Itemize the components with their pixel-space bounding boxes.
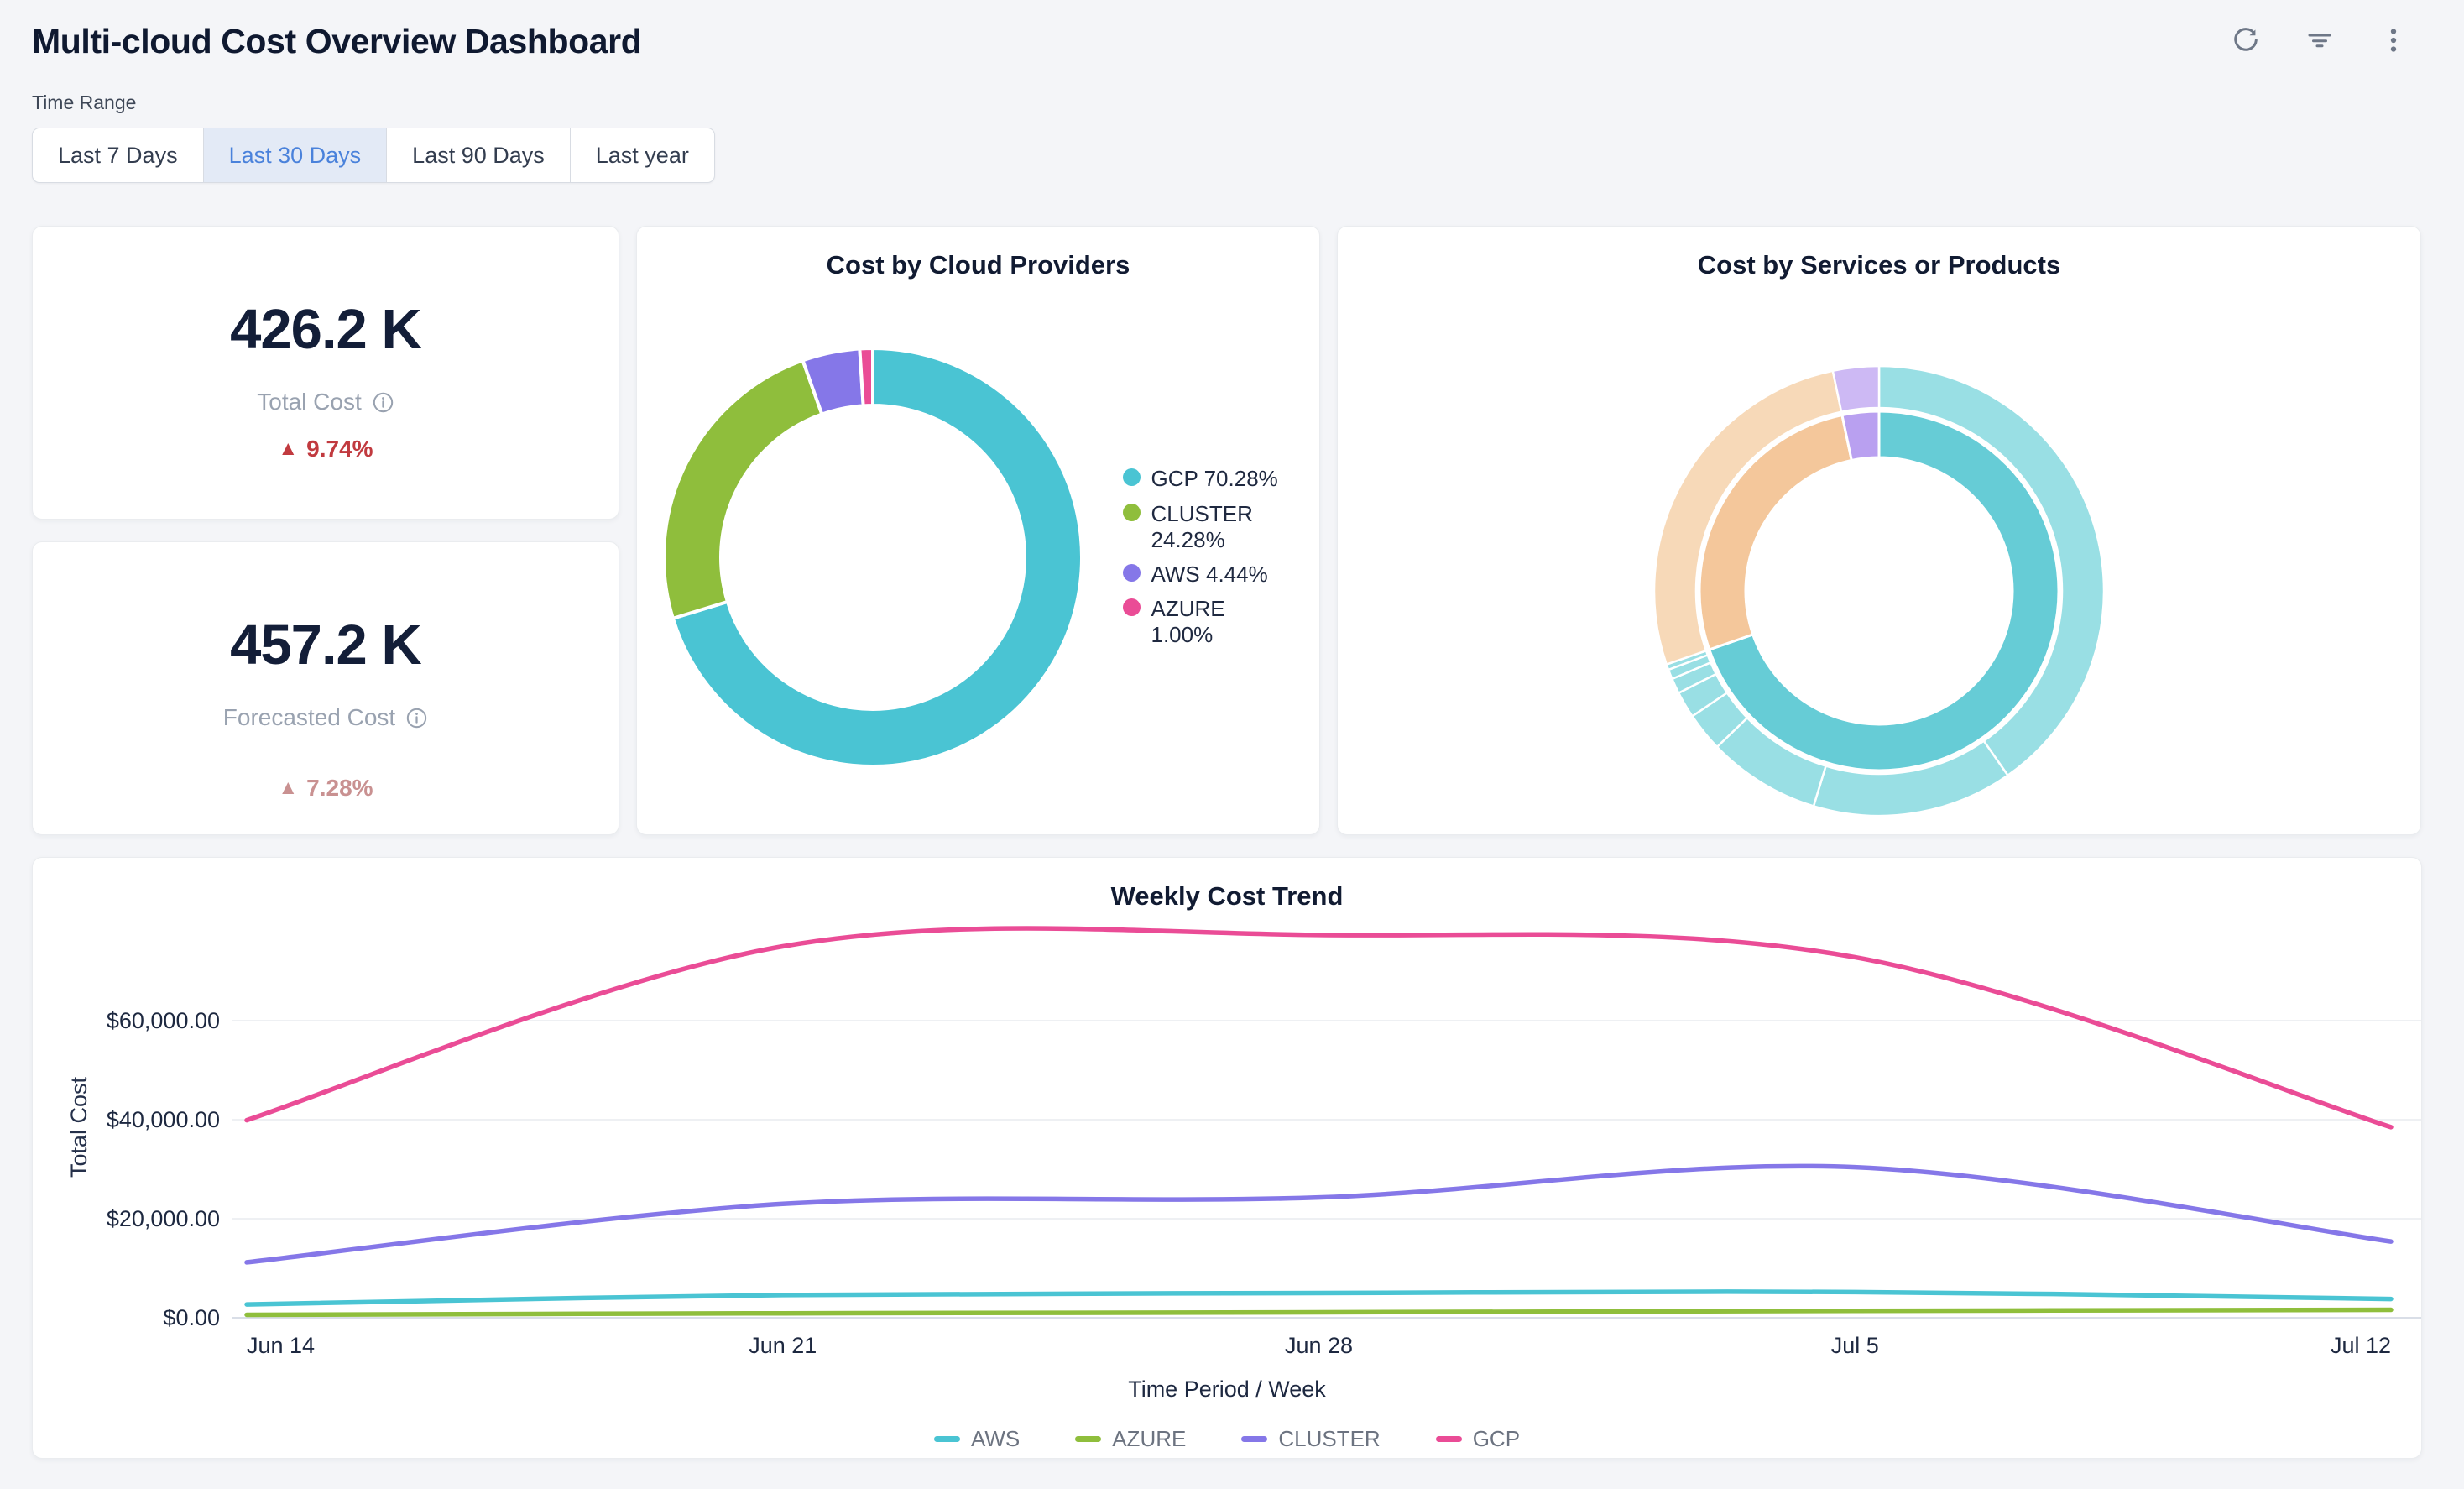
- weekly-cost-trend-card: Weekly Cost Trend $0.00 $20,000.00 $40,000…: [32, 857, 2422, 1459]
- time-range-last-90-days[interactable]: Last 90 Days: [386, 128, 570, 182]
- line-chart-title: Weekly Cost Trend: [33, 881, 2421, 912]
- x-tick-label: Jun 28: [1285, 1333, 1353, 1358]
- legend-item-aws[interactable]: AWS 4.44%: [1123, 562, 1302, 588]
- forecasted-cost-value: 457.2 K: [230, 613, 421, 677]
- legend-item-label: CLUSTER 24.28%: [1151, 501, 1284, 553]
- legend-swatch: [934, 1436, 960, 1442]
- legend-item-label: AWS: [971, 1426, 1020, 1452]
- time-range-last-year[interactable]: Last year: [570, 128, 714, 182]
- y-tick-label: $20,000.00: [107, 1206, 220, 1231]
- info-icon[interactable]: [372, 391, 394, 414]
- weekly-cost-trend-chart: $0.00 $20,000.00 $40,000.00 $60,000.00 Jun 1…: [33, 922, 2421, 1375]
- series-line-cluster: [247, 1166, 2391, 1262]
- chart-segment[interactable]: [664, 360, 822, 618]
- total-cost-value: 426.2 K: [230, 297, 421, 362]
- dashboard-page: Multi-cloud Cost Overview Dashboard Time…: [0, 0, 2464, 1459]
- legend-swatch: [1241, 1436, 1267, 1442]
- top-cards-row: 426.2 K Total Cost ▲ 9.74% 457.2 K Forec…: [32, 226, 2421, 835]
- x-tick-label: Jun 14: [247, 1333, 315, 1358]
- forecasted-cost-label: Forecasted Cost: [223, 704, 395, 731]
- refresh-icon: [2231, 25, 2261, 58]
- header: Multi-cloud Cost Overview Dashboard: [32, 22, 2421, 61]
- cloud-providers-donut-chart: [655, 339, 1091, 776]
- filter-button[interactable]: [2300, 23, 2339, 61]
- donut-legend: GCP 70.28% CLUSTER 24.28% AWS 4.44% AZURE 1…: [1123, 466, 1302, 648]
- legend-item-aws[interactable]: AWS: [934, 1426, 1020, 1452]
- delta-up-icon: ▲: [278, 439, 298, 459]
- filter-icon: [2305, 25, 2335, 58]
- cost-by-cloud-providers-card: Cost by Cloud Providers GCP 70.28% CLUSTE…: [636, 226, 1320, 835]
- forecasted-cost-delta: ▲ 7.28%: [278, 775, 373, 802]
- legend-item-label: AWS 4.44%: [1151, 562, 1268, 588]
- refresh-button[interactable]: [2226, 23, 2265, 61]
- kpi-column: 426.2 K Total Cost ▲ 9.74% 457.2 K Forec…: [32, 226, 619, 835]
- delta-up-icon: ▲: [278, 778, 298, 798]
- cost-by-services-card: Cost by Services or Products: [1337, 226, 2421, 835]
- y-tick-label: $0.00: [163, 1305, 220, 1330]
- y-tick-label: $60,000.00: [107, 1008, 220, 1033]
- info-icon[interactable]: [405, 707, 428, 729]
- line-chart-legend: AWS AZURE CLUSTER GCP: [33, 1426, 2421, 1452]
- legend-swatch: [1123, 598, 1141, 616]
- legend-item-azure[interactable]: AZURE 1.00%: [1123, 596, 1302, 648]
- more-options-button[interactable]: [2374, 23, 2413, 61]
- time-range-last-30-days[interactable]: Last 30 Days: [203, 128, 387, 182]
- kebab-menu-icon: [2378, 25, 2409, 58]
- time-range-label: Time Range: [32, 91, 2421, 114]
- y-axis-label: Total Cost: [66, 1076, 91, 1178]
- legend-swatch: [1075, 1436, 1101, 1442]
- x-axis-label: Time Period / Week: [33, 1377, 2421, 1403]
- x-tick-label: Jun 21: [749, 1333, 817, 1358]
- legend-swatch: [1123, 504, 1141, 521]
- legend-item-azure[interactable]: AZURE: [1075, 1426, 1186, 1452]
- chart-segment[interactable]: [859, 348, 873, 405]
- services-sunburst-chart: [1644, 356, 2114, 826]
- total-cost-label: Total Cost: [257, 389, 362, 415]
- time-range-button-group: Last 7 Days Last 30 Days Last 90 Days La…: [32, 128, 715, 183]
- page-title: Multi-cloud Cost Overview Dashboard: [32, 22, 641, 61]
- legend-item-label: CLUSTER: [1278, 1426, 1380, 1452]
- legend-swatch: [1123, 564, 1141, 582]
- legend-item-gcp[interactable]: GCP: [1436, 1426, 1520, 1452]
- legend-item-cluster[interactable]: CLUSTER 24.28%: [1123, 501, 1302, 553]
- legend-item-cluster[interactable]: CLUSTER: [1241, 1426, 1380, 1452]
- legend-item-label: AZURE 1.00%: [1151, 596, 1284, 648]
- legend-item-gcp[interactable]: GCP 70.28%: [1123, 466, 1302, 492]
- header-actions: [2226, 23, 2421, 61]
- series-line-aws: [247, 1292, 2391, 1304]
- x-tick-label: Jul 12: [2331, 1333, 2391, 1358]
- legend-swatch: [1123, 468, 1141, 486]
- legend-item-label: GCP 70.28%: [1151, 466, 1278, 492]
- forecasted-cost-kpi-card: 457.2 K Forecasted Cost ▲ 7.28%: [32, 541, 619, 835]
- time-range-section: Time Range Last 7 Days Last 30 Days Last…: [32, 91, 2421, 183]
- total-cost-delta: ▲ 9.74%: [278, 436, 373, 462]
- legend-swatch: [1436, 1436, 1462, 1442]
- legend-item-label: GCP: [1473, 1426, 1520, 1452]
- series-line-gcp: [247, 928, 2391, 1127]
- sunburst-chart-title: Cost by Services or Products: [1338, 250, 2420, 280]
- y-tick-label: $40,000.00: [107, 1107, 220, 1132]
- series-line-azure: [247, 1310, 2391, 1315]
- chart-segment[interactable]: [1833, 366, 1879, 412]
- x-tick-label: Jul 5: [1831, 1333, 1879, 1358]
- total-cost-kpi-card: 426.2 K Total Cost ▲ 9.74%: [32, 226, 619, 520]
- time-range-last-7-days[interactable]: Last 7 Days: [33, 128, 203, 182]
- legend-item-label: AZURE: [1112, 1426, 1186, 1452]
- donut-chart-title: Cost by Cloud Providers: [637, 250, 1319, 280]
